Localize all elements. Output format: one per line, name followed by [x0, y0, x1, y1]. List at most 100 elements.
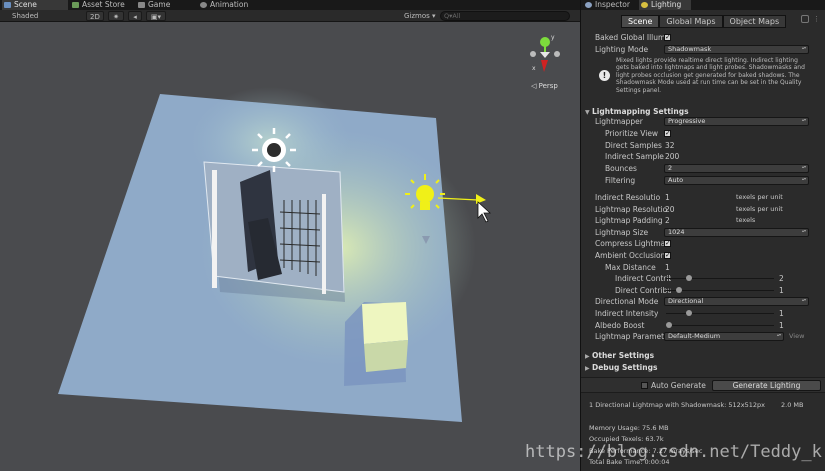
slider-knob[interactable] — [686, 310, 693, 316]
lighting-mode-tabs: Scene Global Maps Object Maps — [621, 15, 787, 28]
compress-lightmaps-label: Compress Lightma — [595, 239, 666, 248]
lightmap-size-dropdown[interactable]: 1024 — [664, 228, 809, 237]
baked-gi-label: Baked Global Illum — [595, 33, 666, 42]
tab-game-label: Game — [148, 0, 171, 9]
lightmap-resolution-row: Lightmap Resolutio 20 texels per unit — [581, 204, 816, 215]
shading-mode-dropdown[interactable]: Shaded — [12, 11, 38, 21]
panel-lock-icon[interactable] — [801, 15, 809, 23]
lighting-mode-row: Lighting Mode Shadowmask — [581, 44, 816, 55]
tab-object-maps[interactable]: Object Maps — [722, 15, 787, 28]
scene-render — [58, 87, 492, 422]
slider-knob[interactable] — [666, 322, 672, 328]
shadowmask-info-text: Mixed lights provide realtime direct lig… — [616, 57, 805, 94]
effects-dropdown-button[interactable]: ▣▾ — [146, 11, 166, 21]
asset-store-icon — [72, 2, 79, 8]
lightmap-parameters-row: Lightmap Paramet Default-Medium View — [581, 331, 816, 342]
tab-lighting[interactable]: Lighting — [639, 0, 691, 10]
scene-search-input[interactable]: Q▾All — [440, 11, 570, 21]
lighting-mode-dropdown[interactable]: Shadowmask — [664, 45, 809, 54]
tab-inspector[interactable]: Inspector — [583, 0, 635, 10]
animation-tab-icon — [200, 2, 207, 8]
orientation-gizmo[interactable]: y x — [524, 30, 574, 102]
game-tab-icon — [138, 2, 145, 8]
lightmap-parameters-label: Lightmap Paramet — [595, 332, 665, 341]
chevron-right-icon: ▶ — [585, 353, 590, 360]
filtering-dropdown[interactable]: Auto — [664, 176, 809, 185]
auto-generate-checkbox[interactable] — [641, 382, 648, 389]
indirect-intensity-slider[interactable] — [666, 310, 774, 316]
lightmapper-dropdown[interactable]: Progressive — [664, 117, 809, 126]
ambient-occlusion-label: Ambient Occlusion — [595, 251, 666, 260]
section-debug-settings[interactable]: ▶ Debug Settings — [585, 362, 817, 373]
lightmap-resolution-field[interactable]: 20 — [665, 204, 675, 215]
slider-knob[interactable] — [676, 287, 683, 293]
baked-gi-row: Baked Global Illum — [581, 32, 816, 43]
projection-label[interactable]: ◁ Persp — [531, 82, 558, 90]
tab-lighting-scene[interactable]: Scene — [621, 15, 660, 28]
compress-lightmaps-row: Compress Lightma — [581, 238, 816, 249]
generate-lighting-button[interactable]: Generate Lighting — [712, 380, 821, 391]
lighting-bulb-icon — [641, 2, 648, 8]
bounces-dropdown[interactable]: 2 — [664, 164, 809, 173]
albedo-boost-slider[interactable] — [666, 322, 774, 328]
lighting-panel: Inspector Lighting Scene Global Maps Obj… — [580, 0, 825, 471]
ambient-occlusion-checkbox[interactable] — [664, 250, 671, 261]
gizmo-neg-x-icon[interactable] — [530, 51, 536, 57]
lightmapper-row: Lightmapper Progressive — [581, 116, 816, 127]
scene-viewport[interactable]: y x ◁ Persp — [0, 22, 580, 471]
panel-menu-icon[interactable]: ⋮ — [813, 15, 820, 23]
indirect-contribution-value[interactable]: 2 — [779, 273, 784, 284]
scene-tab-icon — [4, 2, 11, 8]
tab-game[interactable]: Game — [136, 0, 196, 10]
lightmap-summary: 1 Directional Lightmap with Shadowmask: … — [589, 401, 766, 409]
tab-global-maps[interactable]: Global Maps — [659, 15, 723, 28]
gizmos-dropdown[interactable]: Gizmos ▾ — [404, 11, 436, 21]
chevron-right-icon: ▶ — [585, 365, 590, 372]
cube-top[interactable] — [362, 302, 408, 344]
indirect-contribution-slider[interactable] — [666, 275, 774, 281]
sun-icon: ✷ — [113, 13, 119, 21]
lightmap-parameters-dropdown[interactable]: Default-Medium — [664, 332, 784, 341]
max-distance-field[interactable]: 1 — [665, 262, 670, 273]
direct-samples-row: Direct Samples 32 — [581, 140, 816, 151]
indirect-resolution-unit: texels per unit — [736, 193, 783, 201]
compress-lightmaps-checkbox[interactable] — [664, 238, 671, 249]
prioritize-view-row: Prioritize View — [581, 128, 816, 139]
memory-usage: Memory Usage: 75.6 MB — [589, 424, 669, 432]
direct-samples-label: Direct Samples — [605, 141, 662, 150]
section-other-settings[interactable]: ▶ Other Settings — [585, 350, 817, 361]
directional-mode-dropdown[interactable]: Directional — [664, 297, 809, 306]
prioritize-view-checkbox[interactable] — [664, 128, 671, 139]
direct-samples-field[interactable]: 32 — [665, 140, 675, 151]
indirect-resolution-field[interactable]: 1 — [665, 192, 670, 203]
inspector-info-icon — [585, 2, 592, 8]
tab-animation-label: Animation — [210, 0, 249, 9]
gizmo-x-axis-icon[interactable] — [541, 60, 548, 72]
direct-contribution-value[interactable]: 1 — [779, 285, 784, 296]
slider-knob[interactable] — [686, 275, 693, 281]
gizmo-x-label: x — [532, 65, 536, 72]
gizmo-neg-z-icon[interactable] — [554, 51, 560, 57]
2d-toggle-button[interactable]: 2D — [86, 11, 104, 21]
lightmap-padding-field[interactable]: 2 — [665, 215, 670, 226]
directional-mode-label: Directional Mode — [595, 297, 659, 306]
info-icon: ! — [599, 70, 610, 81]
gizmo-y-axis-icon[interactable] — [540, 37, 550, 47]
gizmo-center-icon[interactable] — [540, 52, 550, 58]
lightmapper-label: Lightmapper — [595, 117, 643, 126]
indirect-intensity-label: Indirect Intensity — [595, 309, 659, 318]
tab-scene[interactable]: Scene — [2, 0, 68, 10]
lighting-toggle-button[interactable]: ✷ — [108, 11, 124, 21]
albedo-boost-row: Albedo Boost 1 — [581, 320, 816, 331]
indirect-samples-field[interactable]: 200 — [665, 151, 679, 162]
indirect-intensity-value[interactable]: 1 — [779, 308, 784, 319]
tab-asset-store[interactable]: Asset Store — [70, 0, 134, 10]
tab-animation[interactable]: Animation — [198, 0, 278, 10]
max-distance-label: Max Distance — [605, 263, 656, 272]
audio-toggle-button[interactable]: ◂ — [128, 11, 142, 21]
albedo-boost-value[interactable]: 1 — [779, 320, 784, 331]
direct-contribution-slider[interactable] — [666, 287, 774, 293]
baked-gi-checkbox[interactable] — [664, 32, 671, 43]
lightmap-parameters-view-button[interactable]: View — [789, 331, 804, 342]
indirect-intensity-row: Indirect Intensity 1 — [581, 308, 816, 319]
